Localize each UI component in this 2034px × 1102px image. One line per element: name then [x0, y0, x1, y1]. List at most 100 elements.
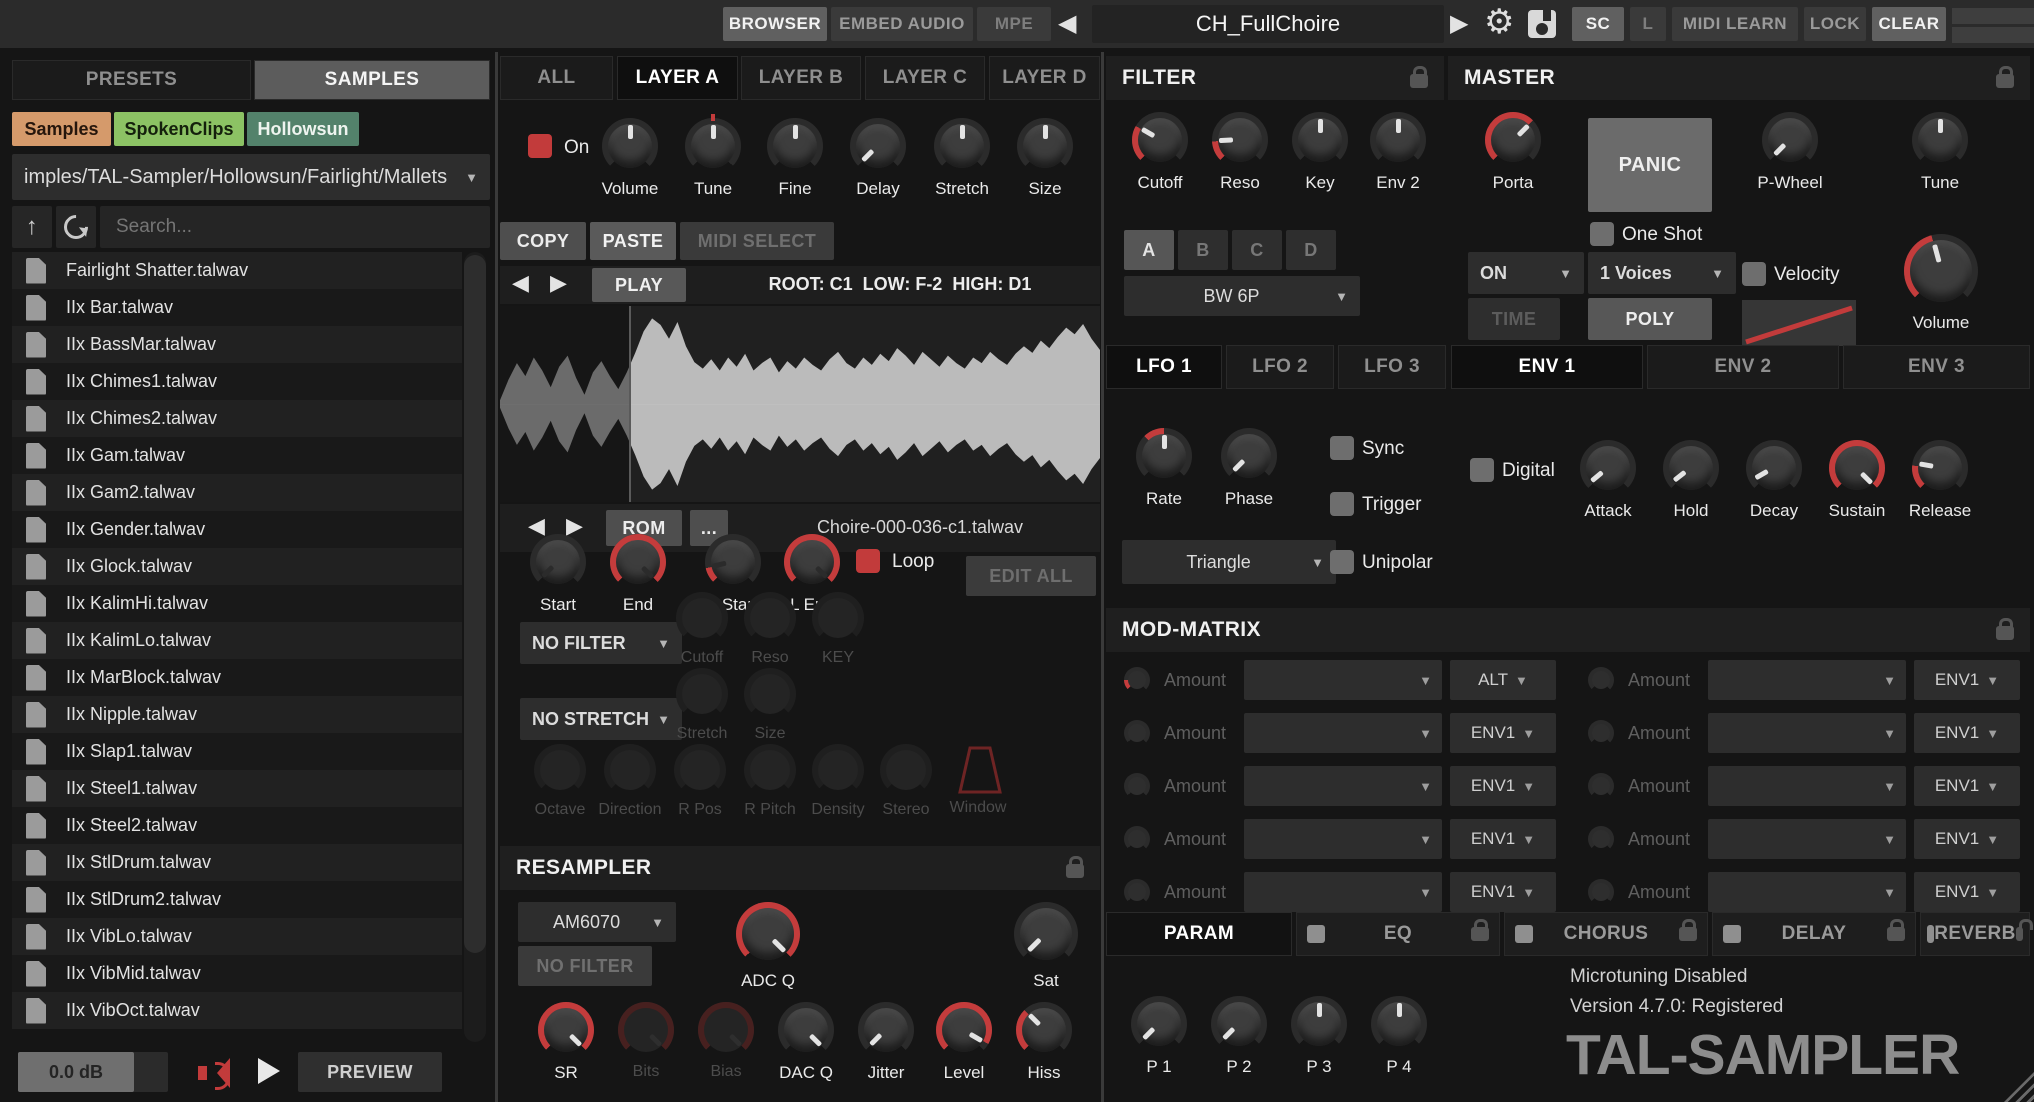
- r-pos-knob[interactable]: R Pos: [662, 744, 738, 819]
- copy-button[interactable]: COPY: [500, 222, 586, 260]
- mod-source-dropdown[interactable]: ENV1 ▼: [1914, 819, 2020, 859]
- velocity-checkbox[interactable]: [1742, 262, 1766, 286]
- filter-key-knob[interactable]: Key: [1282, 112, 1358, 193]
- adc-q-knob[interactable]: ADC Q: [730, 902, 806, 991]
- filter-cutoff-knob[interactable]: Cutoff: [1122, 112, 1198, 193]
- paste-button[interactable]: PASTE: [590, 222, 676, 260]
- mod-source-dropdown[interactable]: ENV1 ▼: [1450, 713, 1556, 753]
- filter-layer-d-button[interactable]: D: [1286, 230, 1336, 270]
- browser-button[interactable]: BROWSER: [723, 7, 827, 41]
- preset-title[interactable]: CH_FullChoire: [1092, 5, 1444, 43]
- lock-icon[interactable]: [1887, 919, 1905, 941]
- mod-source-dropdown[interactable]: ENV1 ▼: [1914, 766, 2020, 806]
- size-knob[interactable]: Size: [1007, 118, 1083, 199]
- p3-knob[interactable]: P 3: [1281, 996, 1357, 1077]
- layer-cutoff-knob[interactable]: Cutoff: [664, 592, 740, 667]
- search-input[interactable]: [100, 206, 490, 248]
- layer-stretch-dropdown[interactable]: NO STRETCH ▼: [520, 698, 682, 740]
- list-item[interactable]: IIx Glock.talwav: [12, 548, 462, 585]
- list-item[interactable]: IIx MarBlock.talwav: [12, 659, 462, 696]
- mpe-button[interactable]: MPE: [977, 7, 1051, 41]
- list-item[interactable]: Fairlight Shatter.talwav: [12, 252, 462, 289]
- sat-knob[interactable]: Sat: [1008, 902, 1084, 991]
- list-item[interactable]: IIx VibMid.talwav: [12, 955, 462, 992]
- chip-spokenclips[interactable]: SpokenClips: [114, 112, 244, 146]
- midi-select-button[interactable]: MIDI SELECT: [680, 222, 834, 260]
- waveform-start-marker[interactable]: [629, 306, 631, 502]
- filter-layer-a-button[interactable]: A: [1124, 230, 1174, 270]
- mod-source-dropdown[interactable]: ENV1 ▼: [1450, 766, 1556, 806]
- fine-knob[interactable]: Fine: [757, 118, 833, 199]
- mod-amount-knob[interactable]: [1124, 773, 1150, 799]
- p2-knob[interactable]: P 2: [1201, 996, 1277, 1077]
- tab-env-3[interactable]: ENV 3: [1843, 345, 2030, 389]
- jitter-knob[interactable]: Jitter: [848, 1002, 924, 1083]
- preview-button[interactable]: PREVIEW: [298, 1052, 442, 1092]
- tab-env-1[interactable]: ENV 1: [1451, 345, 1643, 389]
- sr-knob[interactable]: SR: [528, 1002, 604, 1083]
- parent-folder-button[interactable]: ↑: [12, 206, 52, 248]
- list-item[interactable]: IIx Nipple.talwav: [12, 696, 462, 733]
- dac-q-knob[interactable]: DAC Q: [768, 1002, 844, 1083]
- mod-amount-knob[interactable]: [1588, 773, 1614, 799]
- preview-gain-slider[interactable]: 0.0 dB: [18, 1052, 168, 1092]
- filter-layer-b-button[interactable]: B: [1178, 230, 1228, 270]
- loop-checkbox[interactable]: [856, 549, 880, 573]
- mod-amount-knob[interactable]: [1124, 879, 1150, 905]
- list-item[interactable]: IIx KalimHi.talwav: [12, 585, 462, 622]
- tab-lfo-3[interactable]: LFO 3: [1338, 345, 1446, 389]
- list-item[interactable]: IIx BassMar.talwav: [12, 326, 462, 363]
- tab-lfo-1[interactable]: LFO 1: [1106, 345, 1222, 389]
- embed-audio-button[interactable]: EMBED AUDIO: [831, 7, 973, 41]
- stereo-knob[interactable]: Stereo: [868, 744, 944, 819]
- tab-all[interactable]: ALL: [500, 56, 613, 100]
- list-item[interactable]: IIx Gam2.talwav: [12, 474, 462, 511]
- filter-layer-c-button[interactable]: C: [1232, 230, 1282, 270]
- chip-hollowsun[interactable]: Hollowsun: [247, 112, 359, 146]
- mod-amount-knob[interactable]: [1124, 826, 1150, 852]
- gear-icon[interactable]: ⚙: [1484, 2, 1514, 42]
- layer-reso-knob[interactable]: Reso: [732, 592, 808, 667]
- master-volume-knob[interactable]: Volume: [1903, 234, 1979, 333]
- porta-time-button[interactable]: TIME: [1468, 298, 1560, 340]
- mod-destination-dropdown[interactable]: ▼: [1244, 819, 1442, 859]
- lock-icon[interactable]: [1996, 66, 2014, 88]
- mod-source-dropdown[interactable]: ENV1 ▼: [1914, 872, 2020, 912]
- master-tune-knob[interactable]: Tune: [1902, 112, 1978, 193]
- filter-type-dropdown[interactable]: BW 6P ▼: [1124, 276, 1360, 316]
- lfo-waveform-dropdown[interactable]: Triangle ▼: [1122, 540, 1336, 584]
- octave-knob[interactable]: Octave: [522, 744, 598, 819]
- chorus-enable-checkbox[interactable]: [1515, 925, 1533, 943]
- midi-learn-button[interactable]: MIDI LEARN: [1672, 7, 1798, 41]
- mod-amount-knob[interactable]: [1588, 667, 1614, 693]
- layer-on-checkbox[interactable]: [528, 134, 552, 158]
- prev-preset-icon[interactable]: ◀: [1058, 8, 1076, 40]
- env-digital-checkbox[interactable]: [1470, 458, 1494, 482]
- delay-knob[interactable]: Delay: [840, 118, 916, 199]
- tab-layer-c[interactable]: LAYER C: [865, 56, 985, 100]
- sc-button[interactable]: SC: [1572, 7, 1624, 41]
- env-sustain-knob[interactable]: Sustain: [1819, 440, 1895, 521]
- level-knob[interactable]: Level: [926, 1002, 1002, 1083]
- porta-mode-dropdown[interactable]: ON ▼: [1468, 252, 1584, 294]
- tab-layer-a[interactable]: LAYER A: [617, 56, 738, 100]
- list-item[interactable]: IIx Slap1.talwav: [12, 733, 462, 770]
- tab-lfo-2[interactable]: LFO 2: [1226, 345, 1334, 389]
- path-dropdown[interactable]: imples/TAL-Sampler/Hollowsun/Fairlight/M…: [12, 154, 490, 200]
- mod-destination-dropdown[interactable]: ▼: [1708, 766, 1906, 806]
- lock-button[interactable]: LOCK: [1804, 7, 1866, 41]
- eq-enable-checkbox[interactable]: [1307, 925, 1325, 943]
- list-item[interactable]: IIx Gam.talwav: [12, 437, 462, 474]
- preview-play-icon[interactable]: [258, 1058, 280, 1084]
- play-button[interactable]: PLAY: [592, 268, 686, 302]
- env-attack-knob[interactable]: Attack: [1570, 440, 1646, 521]
- list-item[interactable]: IIx StlDrum2.talwav: [12, 881, 462, 918]
- list-item[interactable]: IIx Chimes2.talwav: [12, 400, 462, 437]
- save-icon[interactable]: [1528, 10, 1556, 38]
- layer-filter-dropdown[interactable]: NO FILTER ▼: [520, 622, 682, 664]
- lfo-trigger-checkbox[interactable]: [1330, 492, 1354, 516]
- density-knob[interactable]: Density: [800, 744, 876, 819]
- lfo-sync-checkbox[interactable]: [1330, 436, 1354, 460]
- mod-source-dropdown[interactable]: ALT ▼: [1450, 660, 1556, 700]
- list-item[interactable]: IIx VibOct.talwav: [12, 992, 462, 1029]
